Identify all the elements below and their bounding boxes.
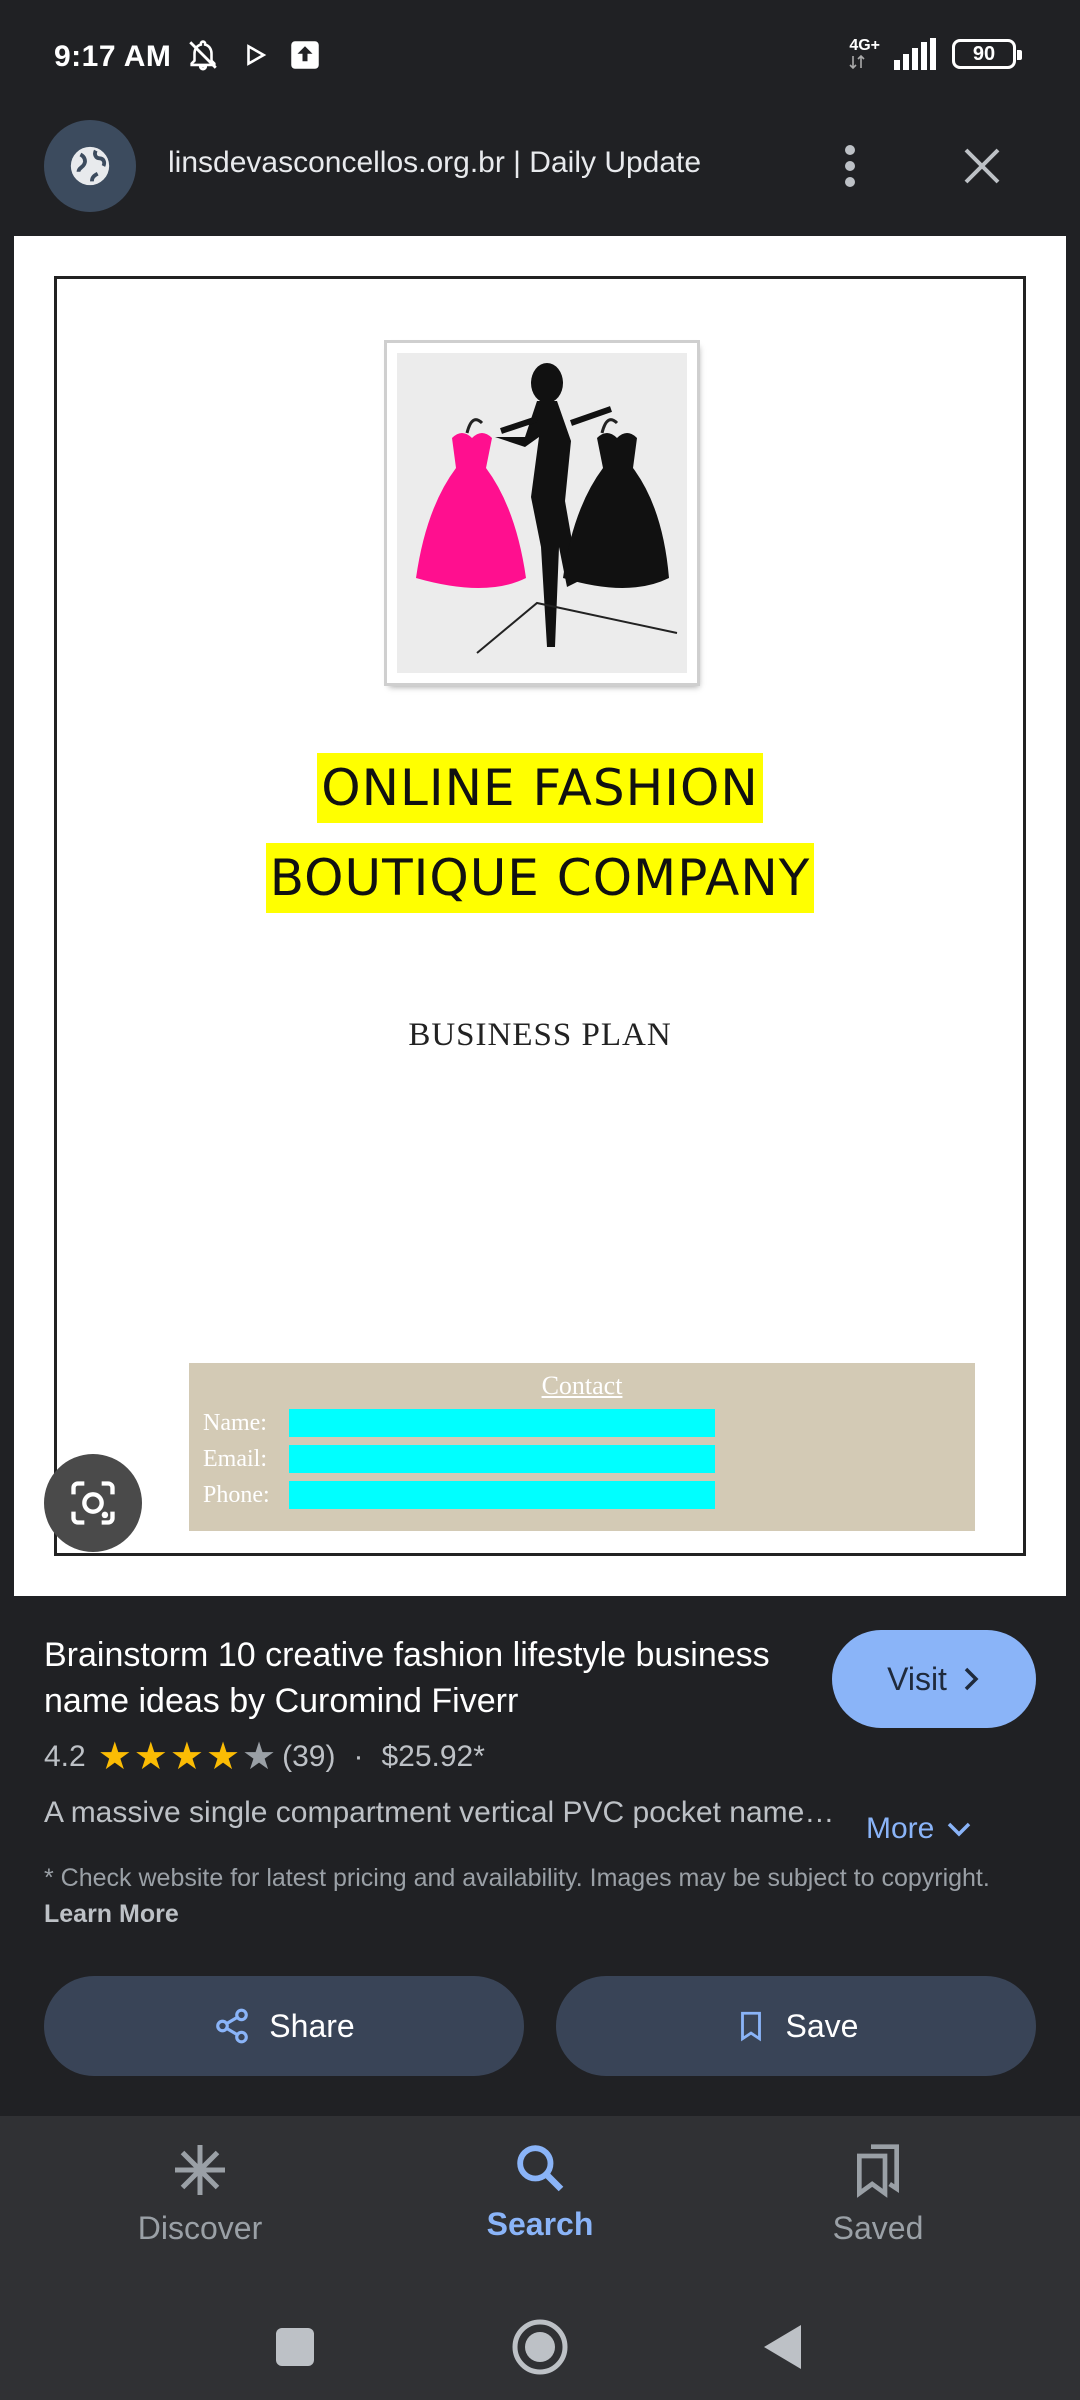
recent-apps-button[interactable] — [260, 2312, 330, 2382]
rating-stars: ★ ★ ★ ★ ★ — [98, 1738, 276, 1776]
document-page: ONLINE FASHION BOUTIQUE COMPANY BUSINESS… — [54, 276, 1026, 1556]
site-favicon — [44, 120, 136, 212]
page-title: linsdevasconcellos.org.br | Daily Update — [168, 146, 702, 179]
price: $25.92* — [381, 1740, 485, 1773]
share-icon — [216, 2008, 249, 2044]
home-circle-icon — [512, 2319, 568, 2375]
contact-phone-label: Phone: — [203, 1481, 270, 1508]
chevron-down-icon — [948, 1822, 971, 1837]
data-arrows-icon — [849, 54, 865, 70]
rating-row: 4.2 ★ ★ ★ ★ ★ (39) · $25.92* — [44, 1738, 485, 1776]
page-header: linsdevasconcellos.org.br | Daily Update — [0, 100, 1080, 236]
contact-box: Contact Name: Email: Phone: — [189, 1363, 975, 1531]
result-title[interactable]: Brainstorm 10 creative fashion lifestyle… — [44, 1632, 804, 1724]
upload-icon — [291, 41, 319, 69]
contact-heading: Contact — [541, 1371, 623, 1400]
contact-name-row: Name: — [203, 1409, 715, 1437]
learn-more-link[interactable]: Learn More — [44, 1900, 179, 1928]
star-icon: ★ — [133, 1736, 168, 1778]
close-button[interactable] — [952, 136, 1012, 196]
nav-discover-label: Discover — [137, 2210, 263, 2246]
contact-phone-row: Phone: — [203, 1481, 715, 1509]
bookmark-icon — [740, 2011, 761, 2042]
nav-search[interactable]: Search — [420, 2140, 660, 2243]
share-label: Share — [269, 2007, 355, 2044]
square-icon — [276, 2328, 314, 2366]
contact-email-row: Email: — [203, 1445, 715, 1473]
visit-label: Visit — [887, 1660, 947, 1697]
star-empty-icon: ★ — [242, 1736, 277, 1778]
close-icon — [964, 148, 1000, 184]
status-bar: 9:17 AM 4G+ 90 — [0, 0, 1080, 100]
review-count: (39) — [282, 1740, 336, 1773]
rating-value: 4.2 — [44, 1740, 86, 1773]
play-icon — [247, 44, 267, 66]
status-time: 9:17 AM — [54, 40, 172, 73]
star-icon: ★ — [205, 1736, 241, 1778]
lens-search-button[interactable] — [44, 1454, 142, 1552]
bottom-navigation: Discover Search Saved — [0, 2116, 1080, 2294]
contact-name-field — [289, 1409, 715, 1437]
contact-phone-field — [289, 1481, 715, 1509]
lens-icon — [71, 1481, 115, 1525]
more-button[interactable]: More — [866, 1812, 972, 1846]
network-type: 4G+ — [849, 37, 880, 54]
status-system-icons: 4G+ 90 — [849, 38, 1022, 70]
chevron-right-icon — [964, 1667, 979, 1691]
visit-button[interactable]: Visit — [832, 1630, 1036, 1728]
result-image[interactable]: ONLINE FASHION BOUTIQUE COMPANY BUSINESS… — [14, 236, 1066, 1596]
save-label: Save — [785, 2007, 859, 2044]
boutique-logo — [387, 343, 697, 683]
result-info: Brainstorm 10 creative fashion lifestyle… — [0, 1596, 1080, 2110]
notifications-off-icon — [189, 40, 217, 71]
separator-dot: · — [353, 1740, 364, 1773]
document-subtitle: BUSINESS PLAN — [408, 1017, 672, 1053]
contact-email-field — [289, 1445, 715, 1473]
document-title-line2: BOUTIQUE COMPANY — [57, 843, 1023, 913]
nav-saved[interactable]: Saved — [758, 2140, 998, 2247]
share-button[interactable]: Share — [44, 1976, 524, 2076]
save-button[interactable]: Save — [556, 1976, 1036, 2076]
document-title-line1: ONLINE FASHION — [57, 753, 1023, 823]
more-label: More — [866, 1812, 935, 1845]
more-vert-icon — [845, 145, 855, 187]
network-indicator: 4G+ — [849, 38, 880, 70]
nav-search-label: Search — [486, 2206, 594, 2242]
asterisk-icon — [175, 2145, 225, 2195]
disclaimer-text: * Check website for latest pricing and a… — [44, 1864, 990, 1892]
back-button[interactable] — [748, 2312, 818, 2382]
collections-icon — [857, 2144, 899, 2198]
contact-email-label: Email: — [203, 1445, 267, 1472]
home-button[interactable] — [505, 2312, 575, 2382]
fashion-dresses-illustration — [416, 363, 678, 654]
contact-name-label: Name: — [203, 1409, 267, 1436]
nav-saved-label: Saved — [832, 2210, 924, 2246]
back-triangle-icon — [764, 2325, 801, 2369]
nav-discover[interactable]: Discover — [80, 2140, 320, 2247]
status-notification-icons — [186, 38, 320, 72]
more-options-button[interactable] — [820, 136, 880, 196]
signal-icon — [894, 38, 936, 70]
search-icon — [517, 2145, 564, 2192]
battery-indicator: 90 — [952, 39, 1022, 69]
disclaimer: * Check website for latest pricing and a… — [44, 1860, 1044, 1932]
globe-icon — [70, 146, 110, 186]
star-icon: ★ — [169, 1736, 204, 1778]
system-navigation-bar — [0, 2294, 1080, 2400]
description: A massive single compartment vertical PV… — [44, 1796, 835, 1829]
star-icon: ★ — [97, 1736, 132, 1778]
